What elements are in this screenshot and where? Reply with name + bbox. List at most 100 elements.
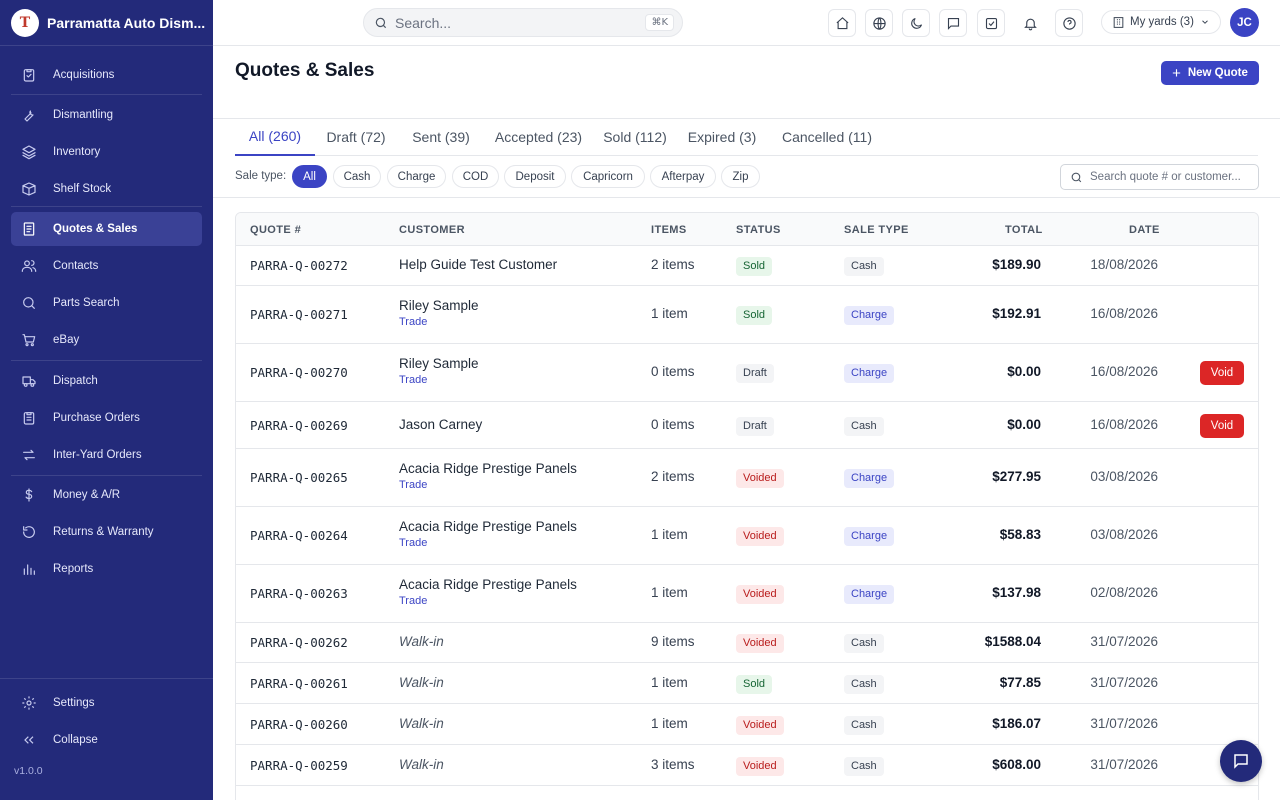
notifications-button[interactable]: [1016, 9, 1044, 37]
home-button[interactable]: [828, 9, 856, 37]
quote-number[interactable]: PARRA-Q-00263: [250, 586, 348, 601]
table-row[interactable]: PARRA-Q-00262 Walk-in 9 items Voided Cash $15…: [236, 623, 1258, 663]
chat-icon: [1234, 754, 1248, 769]
quote-number[interactable]: PARRA-Q-00262: [250, 635, 348, 650]
sidebar-item-label: Collapse: [53, 734, 98, 746]
theme-toggle-button[interactable]: [902, 9, 930, 37]
quote-number[interactable]: PARRA-Q-00260: [250, 717, 348, 732]
table-row[interactable]: PARRA-Q-00260 Walk-in 1 item Voided Cash $186…: [236, 704, 1258, 745]
search-icon: [375, 17, 387, 28]
filter-chip-cod[interactable]: COD: [452, 165, 499, 188]
void-button[interactable]: Void: [1200, 361, 1244, 385]
customer-name: Riley Sample: [399, 356, 479, 371]
customer-name: Acacia Ridge Prestige Panels: [399, 461, 577, 476]
page-title: Quotes & Sales: [235, 60, 375, 81]
filter-chip-all[interactable]: All: [292, 165, 327, 188]
filter-chip-afterpay[interactable]: Afterpay: [650, 165, 716, 188]
sidebar-item-money-a-r[interactable]: Money & A/R: [11, 478, 202, 512]
customer-name: Walk-in: [399, 634, 444, 649]
table-row[interactable]: PARRA-Q-00272 Help Guide Test Customer 2 i…: [236, 246, 1258, 286]
tab-all[interactable]: All (260): [235, 118, 315, 156]
tab-sent[interactable]: Sent (39): [404, 118, 478, 156]
filter-chip-cash[interactable]: Cash: [333, 165, 381, 188]
messages-button[interactable]: [939, 9, 967, 37]
chat-button[interactable]: [1220, 740, 1262, 782]
new-quote-button[interactable]: + New Quote: [1161, 61, 1259, 85]
quote-number[interactable]: PARRA-Q-00271: [250, 307, 348, 322]
filter-chip-charge[interactable]: Charge: [387, 165, 446, 188]
quote-date: 03/08/2026: [1090, 527, 1158, 542]
customer-name: Help Guide Test Customer: [399, 257, 558, 272]
header-status: STATUS: [736, 224, 781, 236]
globe-button[interactable]: [865, 9, 893, 37]
tab-draft[interactable]: Draft (72): [319, 118, 393, 156]
tab-accepted[interactable]: Accepted (23): [486, 118, 591, 156]
sidebar-item-quotes-sales[interactable]: Quotes & Sales: [11, 212, 202, 246]
filter-chip-deposit[interactable]: Deposit: [504, 165, 566, 188]
sidebar-item-contacts[interactable]: Contacts: [11, 249, 202, 283]
tab-sold[interactable]: Sold (112): [600, 118, 670, 156]
divider: [11, 206, 202, 207]
quote-number[interactable]: PARRA-Q-00269: [250, 418, 348, 433]
table-row[interactable]: PARRA-Q-00271 Riley Sample Trade 1 item Sold…: [236, 286, 1258, 344]
sidebar-item-reports[interactable]: Reports: [11, 552, 202, 586]
items-count: 1 item: [651, 527, 688, 542]
table-row[interactable]: PARRA-Q-00263 Acacia Ridge Prestige Panel…: [236, 565, 1258, 623]
help-button[interactable]: [1055, 9, 1083, 37]
status-cell: Voided: [736, 468, 784, 488]
table-row[interactable]: PARRA-Q-00270 Riley Sample Trade 0 items Dra…: [236, 344, 1258, 402]
sidebar-item-dismantling[interactable]: Dismantling: [11, 98, 202, 132]
table-row[interactable]: PARRA-Q-00269 Jason Carney 0 items Draft Cas…: [236, 402, 1258, 449]
total-amount: $189.90: [992, 257, 1041, 272]
sidebar-item-dispatch[interactable]: Dispatch: [11, 364, 202, 398]
sidebar-item-label: Dismantling: [53, 109, 114, 121]
quote-number[interactable]: PARRA-Q-00264: [250, 528, 348, 543]
sidebar-item-inter-yard-orders[interactable]: Inter-Yard Orders: [11, 438, 202, 472]
sidebar-item-acquisitions[interactable]: Acquisitions: [11, 58, 202, 92]
status-tabs: All (260) Draft (72) Sent (39) Accepted (23…: [235, 118, 1258, 156]
divider: [0, 678, 213, 679]
sale-type-cell: Cash: [844, 756, 884, 776]
sidebar-item-shelf-stock[interactable]: Shelf Stock: [11, 172, 202, 206]
sidebar-item-label: Parts Search: [53, 297, 120, 309]
table-search[interactable]: [1060, 164, 1259, 190]
sidebar-collapse-button[interactable]: Collapse: [11, 723, 202, 757]
sidebar-item-purchase-orders[interactable]: Purchase Orders: [11, 401, 202, 435]
quote-number[interactable]: PARRA-Q-00259: [250, 758, 348, 773]
tasks-button[interactable]: [977, 9, 1005, 37]
customer-name: Walk-in: [399, 674, 444, 690]
quote-number[interactable]: PARRA-Q-00265: [250, 470, 348, 485]
avatar[interactable]: JC: [1230, 8, 1259, 37]
table-row[interactable]: PARRA-Q-00265 Acacia Ridge Prestige Panel…: [236, 449, 1258, 507]
plus-icon: +: [1172, 64, 1181, 82]
void-button[interactable]: Void: [1200, 413, 1244, 438]
yards-selector[interactable]: My yards (3): [1101, 10, 1221, 34]
filter-chip-zip[interactable]: Zip: [721, 165, 760, 188]
sidebar-item-ebay[interactable]: eBay: [11, 323, 202, 357]
clipboard-list-icon: [21, 410, 37, 426]
quote-number[interactable]: PARRA-Q-00270: [250, 365, 348, 380]
global-search[interactable]: ⌘K: [363, 8, 683, 37]
sidebar-item-parts-search[interactable]: Parts Search: [11, 286, 202, 320]
status-badge: Draft: [736, 416, 774, 436]
table-row[interactable]: PARRA-Q-00261 Walk-in 1 item Sold Cash $77.85…: [236, 663, 1258, 704]
status-badge: Voided: [736, 756, 784, 776]
total-amount: $186.07: [992, 715, 1041, 731]
table-row[interactable]: PARRA-Q-00264 Acacia Ridge Prestige Panel…: [236, 507, 1258, 565]
sidebar-item-inventory[interactable]: Inventory: [11, 135, 202, 169]
global-search-input[interactable]: [395, 14, 635, 31]
status-cell: Sold: [736, 305, 773, 325]
sidebar-item-settings[interactable]: Settings: [11, 686, 202, 720]
sidebar-item-returns-warranty[interactable]: Returns & Warranty: [11, 515, 202, 549]
tab-expired[interactable]: Expired (3): [684, 118, 760, 156]
filter-chip-capricorn[interactable]: Capricorn: [571, 165, 645, 188]
table-row[interactable]: PARRA-Q-00259 Walk-in 3 items Voided Cash $60…: [236, 745, 1258, 786]
brand[interactable]: T Parramatta Auto Dism...: [0, 0, 213, 46]
sale-type-cell: Cash: [844, 416, 884, 436]
tab-cancelled[interactable]: Cancelled (11): [777, 118, 877, 156]
quote-number[interactable]: PARRA-Q-00261: [250, 676, 348, 691]
customer-cell: Riley Sample Trade: [399, 356, 479, 386]
table-search-input[interactable]: [1090, 171, 1255, 183]
quote-number[interactable]: PARRA-Q-00272: [250, 258, 348, 273]
sale-type-badge: Charge: [844, 306, 895, 325]
